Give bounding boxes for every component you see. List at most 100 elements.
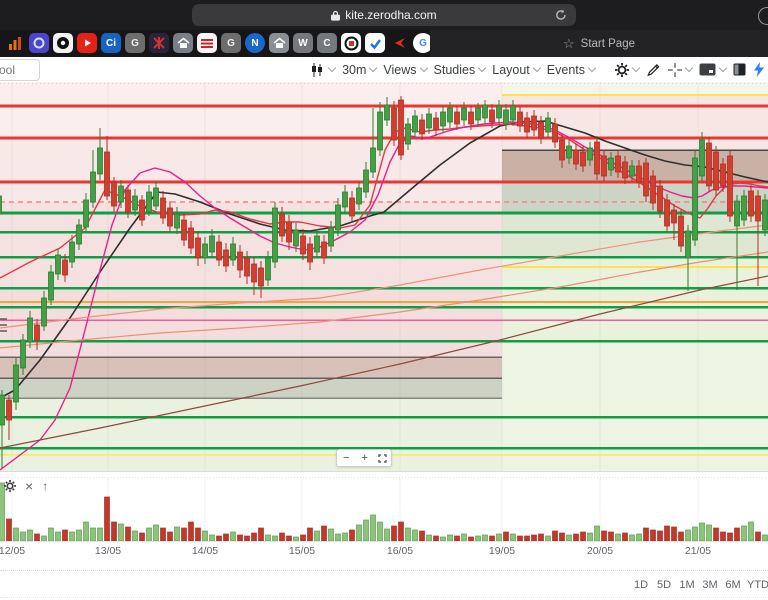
menu-label: Studies bbox=[433, 62, 476, 77]
volume-bar bbox=[552, 530, 558, 542]
range-1d[interactable]: 1D bbox=[634, 579, 648, 591]
close-icon[interactable]: × bbox=[25, 478, 33, 494]
date-axis-label: 14/05 bbox=[192, 545, 218, 557]
candlestick bbox=[237, 251, 243, 271]
volume-bar bbox=[335, 533, 341, 542]
candlestick bbox=[13, 364, 19, 403]
bookmark-favicon[interactable]: N bbox=[245, 33, 265, 53]
interval-button[interactable]: 30m bbox=[342, 63, 378, 77]
display-button[interactable] bbox=[699, 63, 728, 76]
volume-bar bbox=[377, 521, 383, 542]
bookmark-favicon[interactable] bbox=[5, 33, 25, 53]
bookmark-favicon[interactable] bbox=[149, 33, 169, 53]
chevron-down-icon bbox=[587, 63, 597, 73]
bookmark-favicon[interactable]: G bbox=[221, 33, 241, 53]
candlestick bbox=[636, 165, 642, 183]
candlestick bbox=[209, 235, 215, 253]
range-ytd[interactable]: YTD bbox=[747, 579, 768, 591]
candlestick bbox=[692, 157, 698, 241]
collapse-up-icon[interactable]: ↑ bbox=[42, 479, 48, 493]
zoom-in-button[interactable]: + bbox=[359, 452, 369, 464]
draw-button[interactable] bbox=[646, 62, 661, 77]
volume-bar bbox=[272, 535, 278, 542]
menu-label: Views bbox=[383, 62, 417, 77]
candlestick bbox=[538, 121, 544, 139]
candlestick bbox=[328, 227, 334, 247]
candlestick bbox=[181, 219, 187, 241]
volume-bar bbox=[328, 528, 334, 542]
bookmark-favicon[interactable]: C bbox=[317, 33, 337, 53]
bookmark-favicon[interactable] bbox=[173, 33, 193, 53]
candlestick bbox=[125, 189, 131, 213]
candlestick bbox=[517, 111, 523, 127]
volume-bar bbox=[223, 533, 229, 542]
range-5d[interactable]: 5D bbox=[657, 579, 671, 591]
volume-bar bbox=[62, 529, 68, 542]
volume-bar bbox=[692, 526, 698, 542]
bookmark-favicon[interactable] bbox=[269, 33, 289, 53]
flash-button[interactable] bbox=[753, 62, 766, 77]
volume-bar bbox=[258, 527, 264, 542]
url-bar[interactable]: kite.zerodha.com bbox=[192, 4, 576, 26]
settings-button[interactable] bbox=[615, 62, 641, 77]
bookmark-favicon[interactable] bbox=[389, 33, 409, 53]
volume-canvas[interactable]: 12/05 13/05 14/05 15/05 16/05 19/05 20/05 21/05 bbox=[0, 472, 768, 570]
bookmark-favicon[interactable]: W bbox=[293, 33, 313, 53]
fullscreen-icon[interactable] bbox=[378, 453, 387, 463]
bookmark-favicon[interactable] bbox=[53, 33, 73, 53]
candlestick bbox=[321, 241, 327, 259]
price-zone bbox=[0, 202, 502, 288]
menu-studies[interactable]: Studies bbox=[433, 62, 487, 77]
candlestick bbox=[608, 157, 614, 171]
range-1m[interactable]: 1M bbox=[679, 579, 694, 591]
price-zone bbox=[0, 138, 502, 202]
bookmark-favicon[interactable] bbox=[365, 33, 385, 53]
chart-type-button[interactable] bbox=[310, 62, 337, 77]
candlestick bbox=[244, 257, 250, 277]
bookmark-favicon[interactable]: G bbox=[125, 33, 145, 53]
candlestick bbox=[412, 115, 418, 133]
bookmark-favicon[interactable] bbox=[197, 33, 217, 53]
browser-share-icon[interactable] bbox=[758, 7, 768, 25]
volume-bar bbox=[496, 533, 502, 542]
candlestick bbox=[615, 155, 621, 173]
theme-button[interactable] bbox=[733, 63, 746, 76]
reload-icon[interactable] bbox=[554, 8, 568, 22]
candlestick bbox=[146, 191, 152, 213]
price-chart-panel[interactable]: − + bbox=[0, 82, 768, 472]
candlestick bbox=[342, 191, 348, 208]
candlestick bbox=[748, 190, 754, 217]
volume-bar bbox=[195, 527, 201, 542]
range-6m[interactable]: 6M bbox=[725, 579, 740, 591]
bookmark-favicon[interactable]: Ci bbox=[101, 33, 121, 53]
volume-bar bbox=[55, 531, 61, 542]
menu-views[interactable]: Views bbox=[383, 62, 428, 77]
symbol-input[interactable]: ool bbox=[0, 59, 40, 81]
zoom-out-button[interactable]: − bbox=[341, 452, 351, 464]
menu-layout[interactable]: Layout bbox=[492, 63, 542, 77]
candlestick bbox=[643, 162, 649, 197]
tab-start-page[interactable]: ☆ Start Page bbox=[430, 30, 768, 57]
candlestick bbox=[111, 181, 117, 207]
candlestick bbox=[300, 235, 306, 255]
lock-icon bbox=[331, 10, 341, 21]
symbol-input-text: ool bbox=[0, 63, 15, 77]
candlestick bbox=[762, 199, 768, 231]
volume-bar bbox=[566, 534, 572, 542]
tab-title: Start Page bbox=[580, 37, 635, 50]
bookmark-favicon[interactable] bbox=[77, 33, 97, 53]
bookmark-favicon[interactable] bbox=[341, 33, 361, 53]
menu-events[interactable]: Events bbox=[547, 63, 597, 77]
bookmark-favicon[interactable] bbox=[29, 33, 49, 53]
date-axis-label: 20/05 bbox=[587, 545, 613, 557]
candlestick bbox=[433, 117, 439, 131]
crosshair-button[interactable] bbox=[668, 62, 694, 77]
volume-bar bbox=[447, 534, 453, 542]
volume-bar bbox=[405, 527, 411, 542]
range-3m[interactable]: 3M bbox=[702, 579, 717, 591]
volume-panel[interactable]: 12/05 13/05 14/05 15/05 16/05 19/05 20/05 21/05… bbox=[0, 472, 768, 570]
price-chart-canvas[interactable] bbox=[0, 82, 768, 472]
candlestick bbox=[62, 259, 68, 276]
gear-icon[interactable] bbox=[4, 480, 16, 492]
candlestick bbox=[139, 199, 145, 221]
